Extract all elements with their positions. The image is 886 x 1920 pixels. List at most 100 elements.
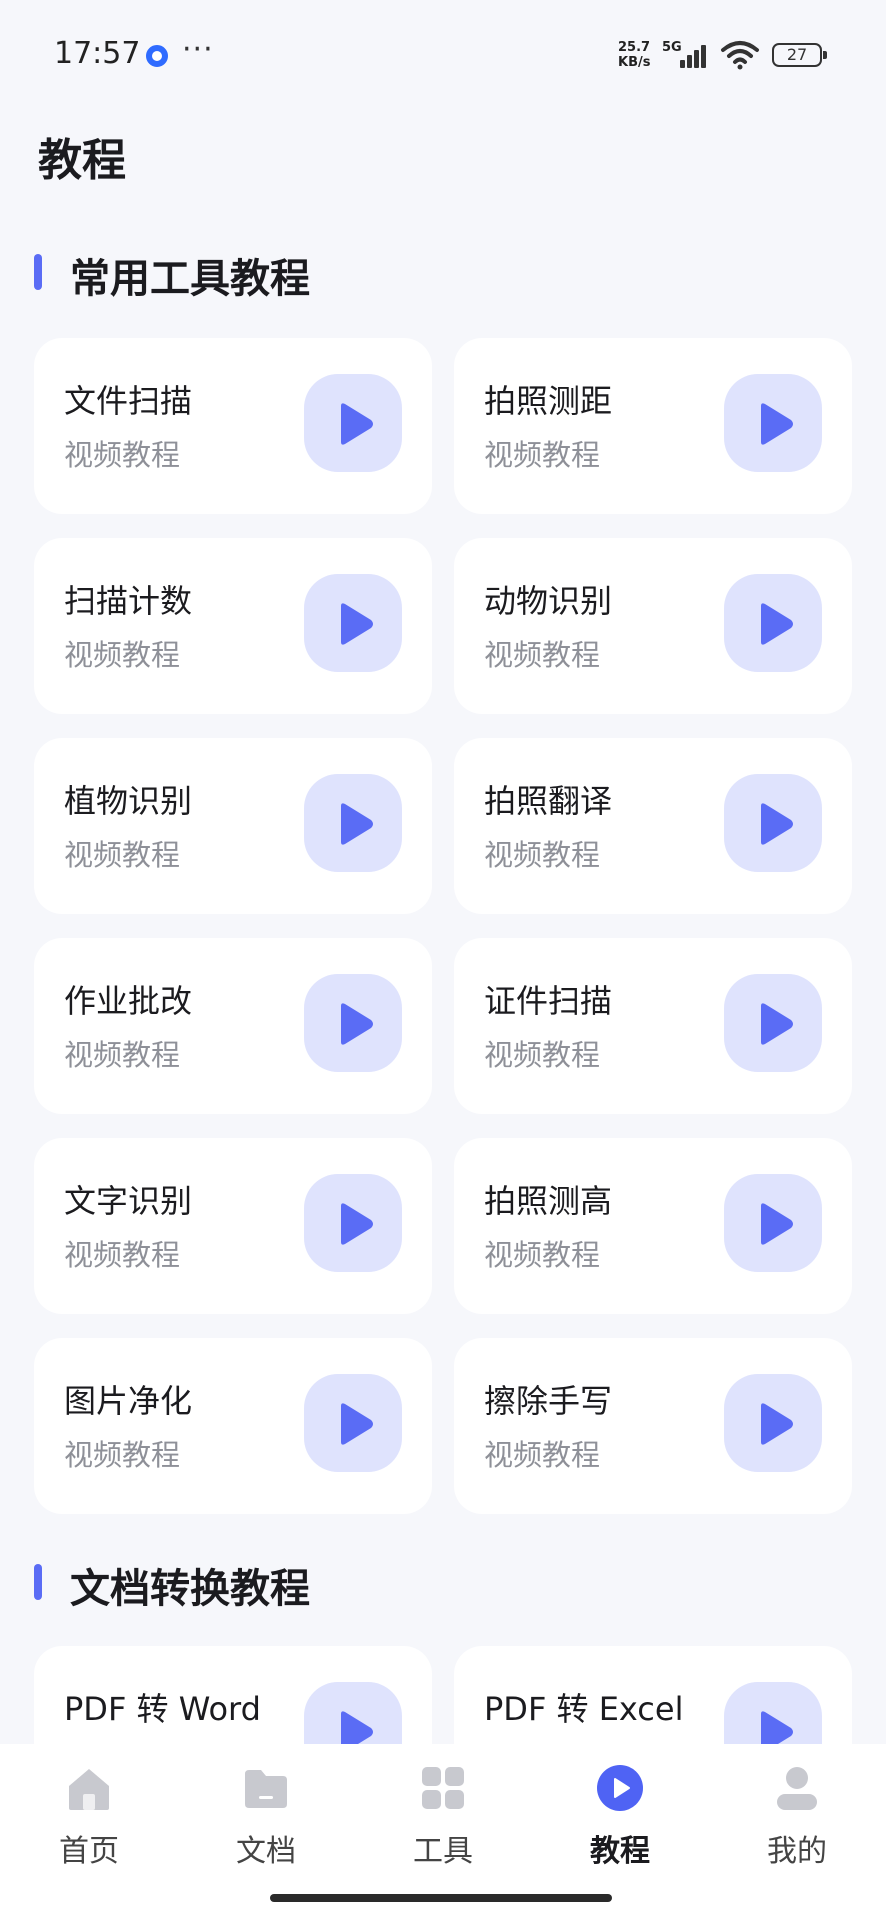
page-title: 教程	[38, 135, 126, 186]
tutorial-card[interactable]: 擦除手写 视频教程	[454, 1338, 852, 1514]
play-button[interactable]	[304, 974, 402, 1072]
tutorial-card[interactable]: 植物识别 视频教程	[34, 738, 432, 914]
card-title: 作业批改	[64, 982, 193, 1020]
doc-convert-tutorial-grid: PDF 转 Word PDF 转 Excel	[34, 1646, 852, 1744]
card-title: 拍照测高	[484, 1182, 613, 1220]
card-title: 证件扫描	[484, 982, 613, 1020]
card-subtitle: 视频教程	[64, 838, 181, 872]
nav-item-home[interactable]: 首页	[24, 1764, 154, 1874]
grid-icon	[422, 1767, 464, 1809]
card-subtitle: 视频教程	[484, 1038, 601, 1072]
tutorial-card[interactable]: 文件扫描 视频教程	[34, 338, 432, 514]
play-icon	[761, 803, 793, 845]
card-subtitle: 视频教程	[484, 1438, 601, 1472]
card-title: PDF 转 Word	[64, 1690, 261, 1728]
card-subtitle: 视频教程	[484, 438, 601, 472]
user-icon	[777, 1767, 817, 1810]
card-title: 擦除手写	[484, 1382, 613, 1420]
section-accent-bar	[34, 1564, 42, 1600]
play-button[interactable]	[304, 1682, 402, 1744]
play-button[interactable]	[724, 1174, 822, 1272]
nav-item-documents[interactable]: 文档	[201, 1764, 331, 1874]
card-subtitle: 视频教程	[484, 838, 601, 872]
tool-tutorial-grid: 文件扫描 视频教程 拍照测距 视频教程 扫描计数 视频教程 动物识别 视频教程 …	[34, 338, 852, 1518]
status-bar: 17:57 ··· 25.7 KB/s 5G 27	[0, 0, 886, 110]
play-button[interactable]	[304, 1374, 402, 1472]
card-title: 文字识别	[64, 1182, 193, 1220]
card-title: PDF 转 Excel	[484, 1690, 684, 1728]
card-title: 拍照翻译	[484, 782, 613, 820]
folder-icon	[245, 1770, 287, 1808]
nav-label: 文档	[236, 1834, 296, 1869]
play-button[interactable]	[304, 1174, 402, 1272]
tutorial-card[interactable]: 拍照测高 视频教程	[454, 1138, 852, 1314]
play-circle-icon	[597, 1765, 643, 1811]
play-icon	[341, 803, 373, 845]
battery-icon: 27	[772, 43, 827, 67]
tutorial-card[interactable]: 拍照测距 视频教程	[454, 338, 852, 514]
tutorial-card[interactable]: 扫描计数 视频教程	[34, 538, 432, 714]
tutorial-card[interactable]: 证件扫描 视频教程	[454, 938, 852, 1114]
tutorial-card[interactable]: 图片净化 视频教程	[34, 1338, 432, 1514]
play-button[interactable]	[304, 774, 402, 872]
nav-label: 我的	[767, 1834, 827, 1869]
card-title: 动物识别	[484, 582, 613, 620]
play-icon	[341, 403, 373, 445]
tutorial-card[interactable]: 动物识别 视频教程	[454, 538, 852, 714]
play-icon	[761, 1403, 793, 1445]
nav-item-tools[interactable]: 工具	[378, 1764, 508, 1874]
card-subtitle: 视频教程	[64, 1038, 181, 1072]
card-subtitle: 视频教程	[64, 1238, 181, 1272]
play-icon	[761, 1003, 793, 1045]
card-title: 拍照测距	[484, 382, 613, 420]
card-subtitle: 视频教程	[484, 1238, 601, 1272]
status-time: 17:57	[54, 36, 141, 71]
card-subtitle: 视频教程	[64, 438, 181, 472]
play-icon	[341, 1403, 373, 1445]
tutorial-card[interactable]: PDF 转 Excel	[454, 1646, 852, 1744]
nav-label: 工具	[413, 1834, 473, 1869]
tutorial-card[interactable]: PDF 转 Word	[34, 1646, 432, 1744]
card-title: 文件扫描	[64, 382, 193, 420]
card-subtitle: 视频教程	[64, 1438, 181, 1472]
nav-item-tutorials[interactable]: 教程	[555, 1764, 685, 1874]
home-icon	[69, 1769, 109, 1810]
home-indicator[interactable]	[270, 1894, 612, 1902]
nav-label: 教程	[590, 1834, 650, 1869]
wifi-icon	[721, 41, 759, 70]
section-accent-bar	[34, 254, 42, 290]
play-icon	[341, 1203, 373, 1245]
card-subtitle: 视频教程	[484, 638, 601, 672]
network-speed-unit: KB/s	[618, 55, 651, 70]
play-icon	[341, 1003, 373, 1045]
battery-level: 27	[786, 45, 808, 64]
card-title: 扫描计数	[64, 582, 193, 620]
play-button[interactable]	[724, 974, 822, 1072]
card-title: 图片净化	[64, 1382, 193, 1420]
section-title: 常用工具教程	[70, 256, 310, 302]
nav-item-profile[interactable]: 我的	[732, 1764, 862, 1874]
section-title: 文档转换教程	[70, 1566, 310, 1612]
signal-icon	[680, 45, 706, 68]
tutorial-card[interactable]: 文字识别 视频教程	[34, 1138, 432, 1314]
play-icon	[341, 1711, 373, 1744]
tutorial-card[interactable]: 作业批改 视频教程	[34, 938, 432, 1114]
tutorial-card[interactable]: 拍照翻译 视频教程	[454, 738, 852, 914]
play-button[interactable]	[724, 574, 822, 672]
app-notification-icon	[146, 45, 168, 67]
play-button[interactable]	[724, 374, 822, 472]
play-button[interactable]	[304, 574, 402, 672]
network-speed: 25.7 KB/s	[618, 40, 664, 70]
play-icon	[341, 603, 373, 645]
play-button[interactable]	[724, 1374, 822, 1472]
play-icon	[761, 603, 793, 645]
network-speed-value: 25.7	[618, 40, 651, 55]
play-icon	[761, 1711, 793, 1744]
card-subtitle: 视频教程	[64, 638, 181, 672]
card-title: 植物识别	[64, 782, 193, 820]
play-button[interactable]	[304, 374, 402, 472]
play-button[interactable]	[724, 1682, 822, 1744]
nav-label: 首页	[59, 1834, 119, 1869]
play-icon	[761, 1203, 793, 1245]
play-button[interactable]	[724, 774, 822, 872]
